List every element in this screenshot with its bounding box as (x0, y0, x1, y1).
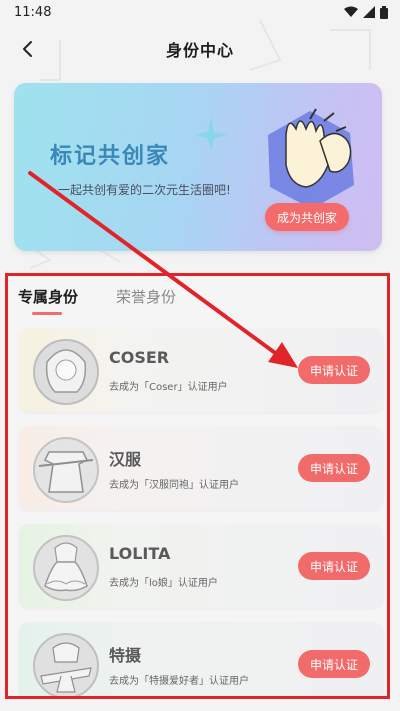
apply-certification-button[interactable]: 申请认证 (298, 650, 370, 678)
lolita-avatar-icon (33, 535, 99, 601)
back-button[interactable] (12, 34, 42, 64)
nav-bar: 身份中心 (0, 26, 400, 72)
card-title: COSER (109, 348, 170, 367)
card-description: 去成为「汉服同袍」认证用户 (109, 480, 239, 491)
card-description: 去成为「特摄爱好者」认证用户 (109, 676, 249, 687)
status-bar: 11:48 (0, 0, 400, 24)
identity-tabs: 专属身份 荣誉身份 (18, 286, 176, 315)
identity-card-lolita[interactable]: LOLITA 去成为「lo娘」认证用户 申请认证 (19, 524, 383, 608)
co-creator-banner[interactable]: 标记共创家 一起共创有爱的二次元生活圈吧! 成为共创家 (14, 83, 382, 251)
tokusatsu-avatar-icon (33, 633, 99, 696)
high-five-illustration (268, 108, 354, 209)
card-description: 去成为「lo娘」认证用户 (109, 578, 218, 589)
identity-card-coser[interactable]: COSER 去成为「Coser」认证用户 申请认证 (19, 328, 383, 412)
apply-certification-button[interactable]: 申请认证 (298, 552, 370, 580)
banner-title: 标记共创家 (50, 144, 171, 169)
become-co-creator-button[interactable]: 成为共创家 (265, 203, 349, 231)
identity-card-hanfu[interactable]: 汉服 去成为「汉服同袍」认证用户 申请认证 (19, 426, 383, 510)
hanfu-avatar-icon (33, 437, 99, 503)
signal-icon (363, 6, 375, 18)
apply-certification-button[interactable]: 申请认证 (298, 356, 370, 384)
identity-panel: 专属身份 荣誉身份 COSER 去成为「Coser」认证用户 申请认证 汉服 去… (5, 273, 390, 699)
active-tab-indicator (32, 312, 62, 315)
card-title: LOLITA (109, 544, 171, 563)
sparkle-icon (194, 118, 228, 152)
wifi-icon (344, 6, 358, 17)
card-title: 汉服 (109, 450, 142, 469)
status-time: 11:48 (14, 4, 52, 20)
chevron-left-icon (23, 41, 32, 57)
status-icons (344, 5, 388, 19)
tab-honor-identity[interactable]: 荣誉身份 (116, 286, 176, 315)
identity-card-tokusatsu[interactable]: 特摄 去成为「特摄爱好者」认证用户 申请认证 (19, 622, 383, 696)
apply-certification-button[interactable]: 申请认证 (298, 454, 370, 482)
coser-avatar-icon (33, 339, 99, 405)
battery-icon (380, 5, 388, 19)
card-title: 特摄 (109, 646, 142, 665)
banner-subtitle: 一起共创有爱的二次元生活圈吧! (58, 183, 231, 197)
tab-label: 专属身份 (18, 288, 79, 306)
page-title: 身份中心 (165, 41, 234, 60)
tab-label: 荣誉身份 (116, 288, 177, 306)
card-description: 去成为「Coser」认证用户 (109, 382, 228, 393)
tab-exclusive-identity[interactable]: 专属身份 (18, 286, 78, 315)
